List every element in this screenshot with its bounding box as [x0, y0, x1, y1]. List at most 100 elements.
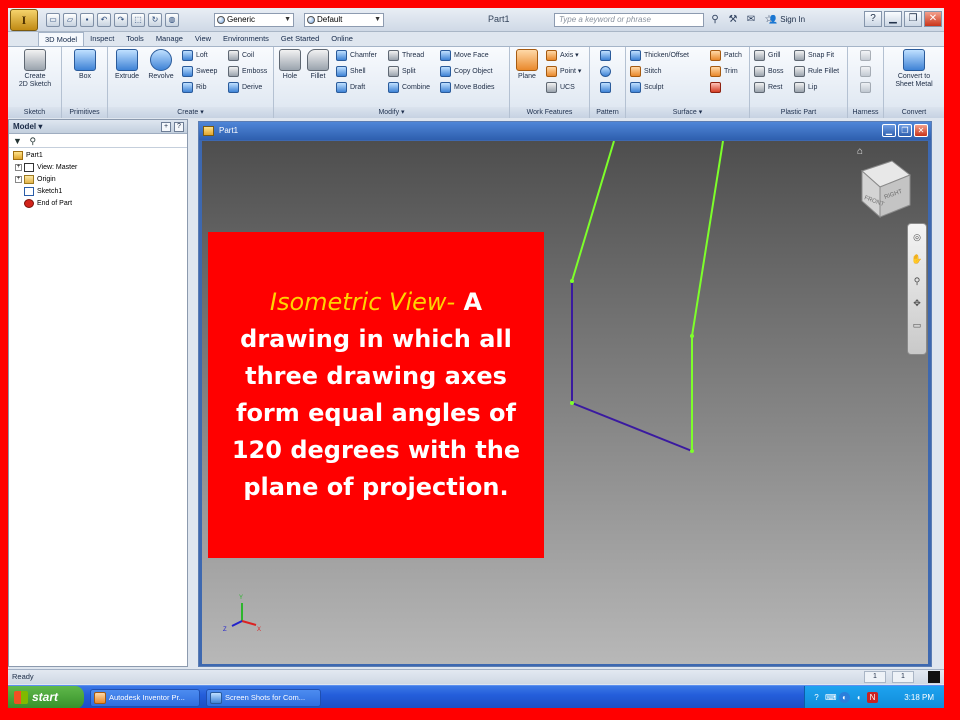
undo-icon[interactable]: ↶	[97, 13, 111, 27]
extrude-button[interactable]: Extrude	[110, 49, 144, 81]
sweep-button[interactable]: Sweep	[182, 65, 217, 79]
box-button[interactable]: Box	[70, 49, 100, 81]
revolve-button[interactable]: Revolve	[144, 49, 178, 81]
rule-fillet-button[interactable]: Rule Fillet	[794, 65, 839, 79]
surface-group-label[interactable]: Surface ▾	[626, 107, 749, 118]
sketch-line-green-right-upper[interactable]	[691, 141, 724, 337]
combine-button[interactable]: Combine	[388, 81, 430, 95]
chamfer-button[interactable]: Chamfer	[336, 49, 377, 63]
harness-button-1[interactable]	[860, 49, 874, 63]
tab-inspect[interactable]: Inspect	[84, 32, 120, 46]
create-group-label[interactable]: Create ▾	[108, 107, 273, 118]
find-icon[interactable]: ⚲	[29, 136, 36, 146]
tree-node-origin[interactable]: + Origin	[13, 174, 183, 186]
sketch-point[interactable]	[690, 334, 694, 338]
redo-icon[interactable]: ↷	[114, 13, 128, 27]
save-icon[interactable]: ▪	[80, 13, 94, 27]
minimize-button[interactable]: ▁	[884, 11, 902, 27]
create-2d-sketch-button[interactable]: Create 2D Sketch	[12, 49, 58, 89]
tab-view[interactable]: View	[189, 32, 217, 46]
look-at-icon[interactable]: ▭	[908, 316, 926, 334]
move-bodies-button[interactable]: Move Bodies	[440, 81, 494, 95]
pan-icon[interactable]: ✋	[908, 250, 926, 268]
hole-button[interactable]: Hole	[276, 49, 304, 81]
tab-tools[interactable]: Tools	[120, 32, 150, 46]
browser-header[interactable]: Model ▾ + ?	[9, 120, 187, 134]
zoom-icon[interactable]: ⚲	[908, 272, 926, 290]
shell-button[interactable]: Shell	[336, 65, 366, 79]
viewcube[interactable]: FRONT RIGHT	[861, 160, 911, 219]
volume-tray-icon[interactable]: ◖	[853, 692, 864, 703]
trim-button[interactable]: Trim	[710, 65, 738, 79]
split-button[interactable]: Split	[388, 65, 416, 79]
project-icon[interactable]: ◍	[165, 13, 179, 27]
boss-button[interactable]: Boss	[754, 65, 784, 79]
update-icon[interactable]: ↻	[148, 13, 162, 27]
select-icon[interactable]: ⬚	[131, 13, 145, 27]
emboss-button[interactable]: Emboss	[228, 65, 267, 79]
loft-button[interactable]: Loft	[182, 49, 208, 63]
tree-node-sketch1[interactable]: Sketch1	[13, 186, 183, 198]
circular-pattern-button[interactable]	[600, 65, 614, 79]
plane-button[interactable]: Plane	[512, 49, 542, 81]
sign-in-button[interactable]: 👤 Sign In	[768, 15, 805, 24]
grill-button[interactable]: Grill	[754, 49, 780, 63]
modify-group-label[interactable]: Modify ▾	[274, 107, 509, 118]
ucs-button[interactable]: UCS	[546, 81, 575, 95]
language-tray-icon[interactable]: ⌨	[825, 692, 837, 703]
doc-minimize-button[interactable]: ▁	[882, 124, 896, 137]
start-button[interactable]: start	[8, 686, 84, 708]
mirror-button[interactable]	[600, 81, 614, 95]
delete-face-button[interactable]	[710, 81, 724, 95]
home-icon[interactable]: ⌂	[857, 147, 867, 157]
coil-button[interactable]: Coil	[228, 49, 254, 63]
sculpt-button[interactable]: Sculpt	[630, 81, 663, 95]
browser-add-button[interactable]: +	[161, 122, 171, 132]
patch-button[interactable]: Patch	[710, 49, 742, 63]
lip-button[interactable]: Lip	[794, 81, 817, 95]
material-dropdown[interactable]: Generic ▼	[214, 13, 294, 27]
tab-online[interactable]: Online	[325, 32, 359, 46]
tree-node-view-master[interactable]: + View: Master	[13, 162, 183, 174]
tree-node-end-of-part[interactable]: End of Part	[13, 198, 183, 210]
subscription-icon[interactable]: ⚒	[726, 13, 740, 27]
tab-manage[interactable]: Manage	[150, 32, 189, 46]
document-title-bar[interactable]: Part1 ▁ ❐ ✕	[199, 122, 931, 140]
open-icon[interactable]: ▱	[63, 13, 77, 27]
move-face-button[interactable]: Move Face	[440, 49, 489, 63]
close-button[interactable]: ✕	[924, 11, 942, 27]
taskbar-item-inventor[interactable]: Autodesk Inventor Pr...	[90, 689, 200, 707]
steering-wheel-icon[interactable]: ◎	[908, 228, 926, 246]
search-icon[interactable]: ⚲	[708, 13, 722, 27]
doc-restore-button[interactable]: ❐	[898, 124, 912, 137]
expand-icon[interactable]: +	[15, 175, 22, 183]
orbit-icon[interactable]: ✥	[908, 294, 926, 312]
application-menu-button[interactable]: I	[10, 9, 38, 31]
harness-button-3[interactable]	[860, 81, 874, 95]
sketch-point[interactable]	[570, 279, 574, 283]
convert-to-sheet-metal-button[interactable]: Convert to Sheet Metal	[886, 49, 942, 89]
sketch-line-profile-bottom[interactable]	[571, 402, 693, 452]
taskbar-item-word[interactable]: Screen Shots for Com...	[206, 689, 321, 707]
copy-object-button[interactable]: Copy Object	[440, 65, 493, 79]
tab-3d-model[interactable]: 3D Model	[38, 32, 85, 46]
thread-button[interactable]: Thread	[388, 49, 424, 63]
security-tray-icon[interactable]: N	[867, 692, 878, 703]
fillet-button[interactable]: Fillet	[304, 49, 332, 81]
sketch-point[interactable]	[690, 449, 694, 453]
harness-button-2[interactable]	[860, 65, 874, 79]
comm-center-icon[interactable]: ✉	[744, 13, 758, 27]
sketch-line-green-left[interactable]	[571, 141, 615, 282]
restore-button[interactable]: ❐	[904, 11, 922, 27]
filter-icon[interactable]: ▼	[13, 136, 22, 146]
rectangular-pattern-button[interactable]	[600, 49, 614, 63]
doc-close-button[interactable]: ✕	[914, 124, 928, 137]
draft-button[interactable]: Draft	[336, 81, 365, 95]
help-button[interactable]: ?	[864, 11, 882, 27]
snap-fit-button[interactable]: Snap Fit	[794, 49, 834, 63]
point-button[interactable]: Point ▾	[546, 65, 581, 79]
derive-button[interactable]: Derive	[228, 81, 262, 95]
new-icon[interactable]: ▭	[46, 13, 60, 27]
rib-button[interactable]: Rib	[182, 81, 207, 95]
axis-button[interactable]: Axis ▾	[546, 49, 579, 63]
